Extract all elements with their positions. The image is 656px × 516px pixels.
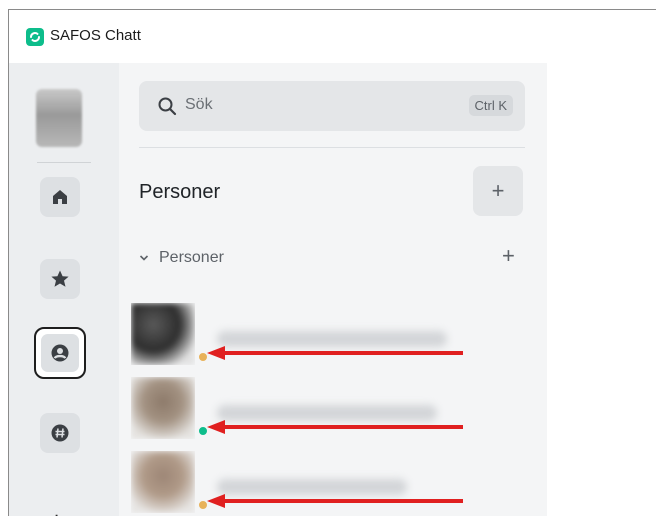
group-header-people[interactable]: Personer xyxy=(139,249,224,267)
favourites-button[interactable] xyxy=(40,259,80,299)
person-name-redacted xyxy=(217,479,407,495)
list-item[interactable] xyxy=(131,377,531,439)
group-label: Personer xyxy=(159,249,224,266)
hashtag-icon xyxy=(51,424,69,442)
home-icon xyxy=(53,190,67,204)
person-icon xyxy=(51,344,69,362)
person-name-redacted xyxy=(217,405,437,421)
add-person-button[interactable]: + xyxy=(502,243,515,269)
star-icon xyxy=(51,270,69,287)
red-arrow-annotation xyxy=(207,420,463,434)
start-chat-button[interactable]: + xyxy=(473,166,523,216)
title-bar: SAFOS Chatt xyxy=(9,10,656,63)
rail-divider xyxy=(37,162,91,163)
people-button[interactable] xyxy=(34,327,86,379)
avatar xyxy=(131,377,195,439)
app-logo-icon xyxy=(26,28,44,46)
search-placeholder: Sök xyxy=(185,96,213,113)
panel-divider xyxy=(139,147,525,148)
people-panel: Sök Ctrl K Personer + Personer + xyxy=(119,63,547,516)
rooms-button[interactable] xyxy=(40,413,80,453)
avatar xyxy=(131,451,195,513)
red-arrow-annotation xyxy=(207,346,463,360)
list-item[interactable] xyxy=(131,303,531,365)
avatar xyxy=(131,303,195,365)
space-rail: + xyxy=(9,63,119,516)
section-title: Personer xyxy=(139,181,221,203)
chevron-down-icon xyxy=(139,254,149,262)
list-item[interactable] xyxy=(131,451,531,513)
main-content-area xyxy=(547,63,656,516)
user-avatar[interactable] xyxy=(36,89,82,147)
person-name-redacted xyxy=(217,331,447,347)
search-input[interactable]: Sök Ctrl K xyxy=(139,81,525,131)
red-arrow-annotation xyxy=(207,494,463,508)
window-title: SAFOS Chatt xyxy=(50,27,141,44)
app-window: SAFOS Chatt Sök Ctrl K Personer + Person… xyxy=(8,9,656,516)
search-shortcut-badge: Ctrl K xyxy=(468,95,513,116)
home-button[interactable] xyxy=(40,177,80,217)
search-icon xyxy=(158,97,177,116)
